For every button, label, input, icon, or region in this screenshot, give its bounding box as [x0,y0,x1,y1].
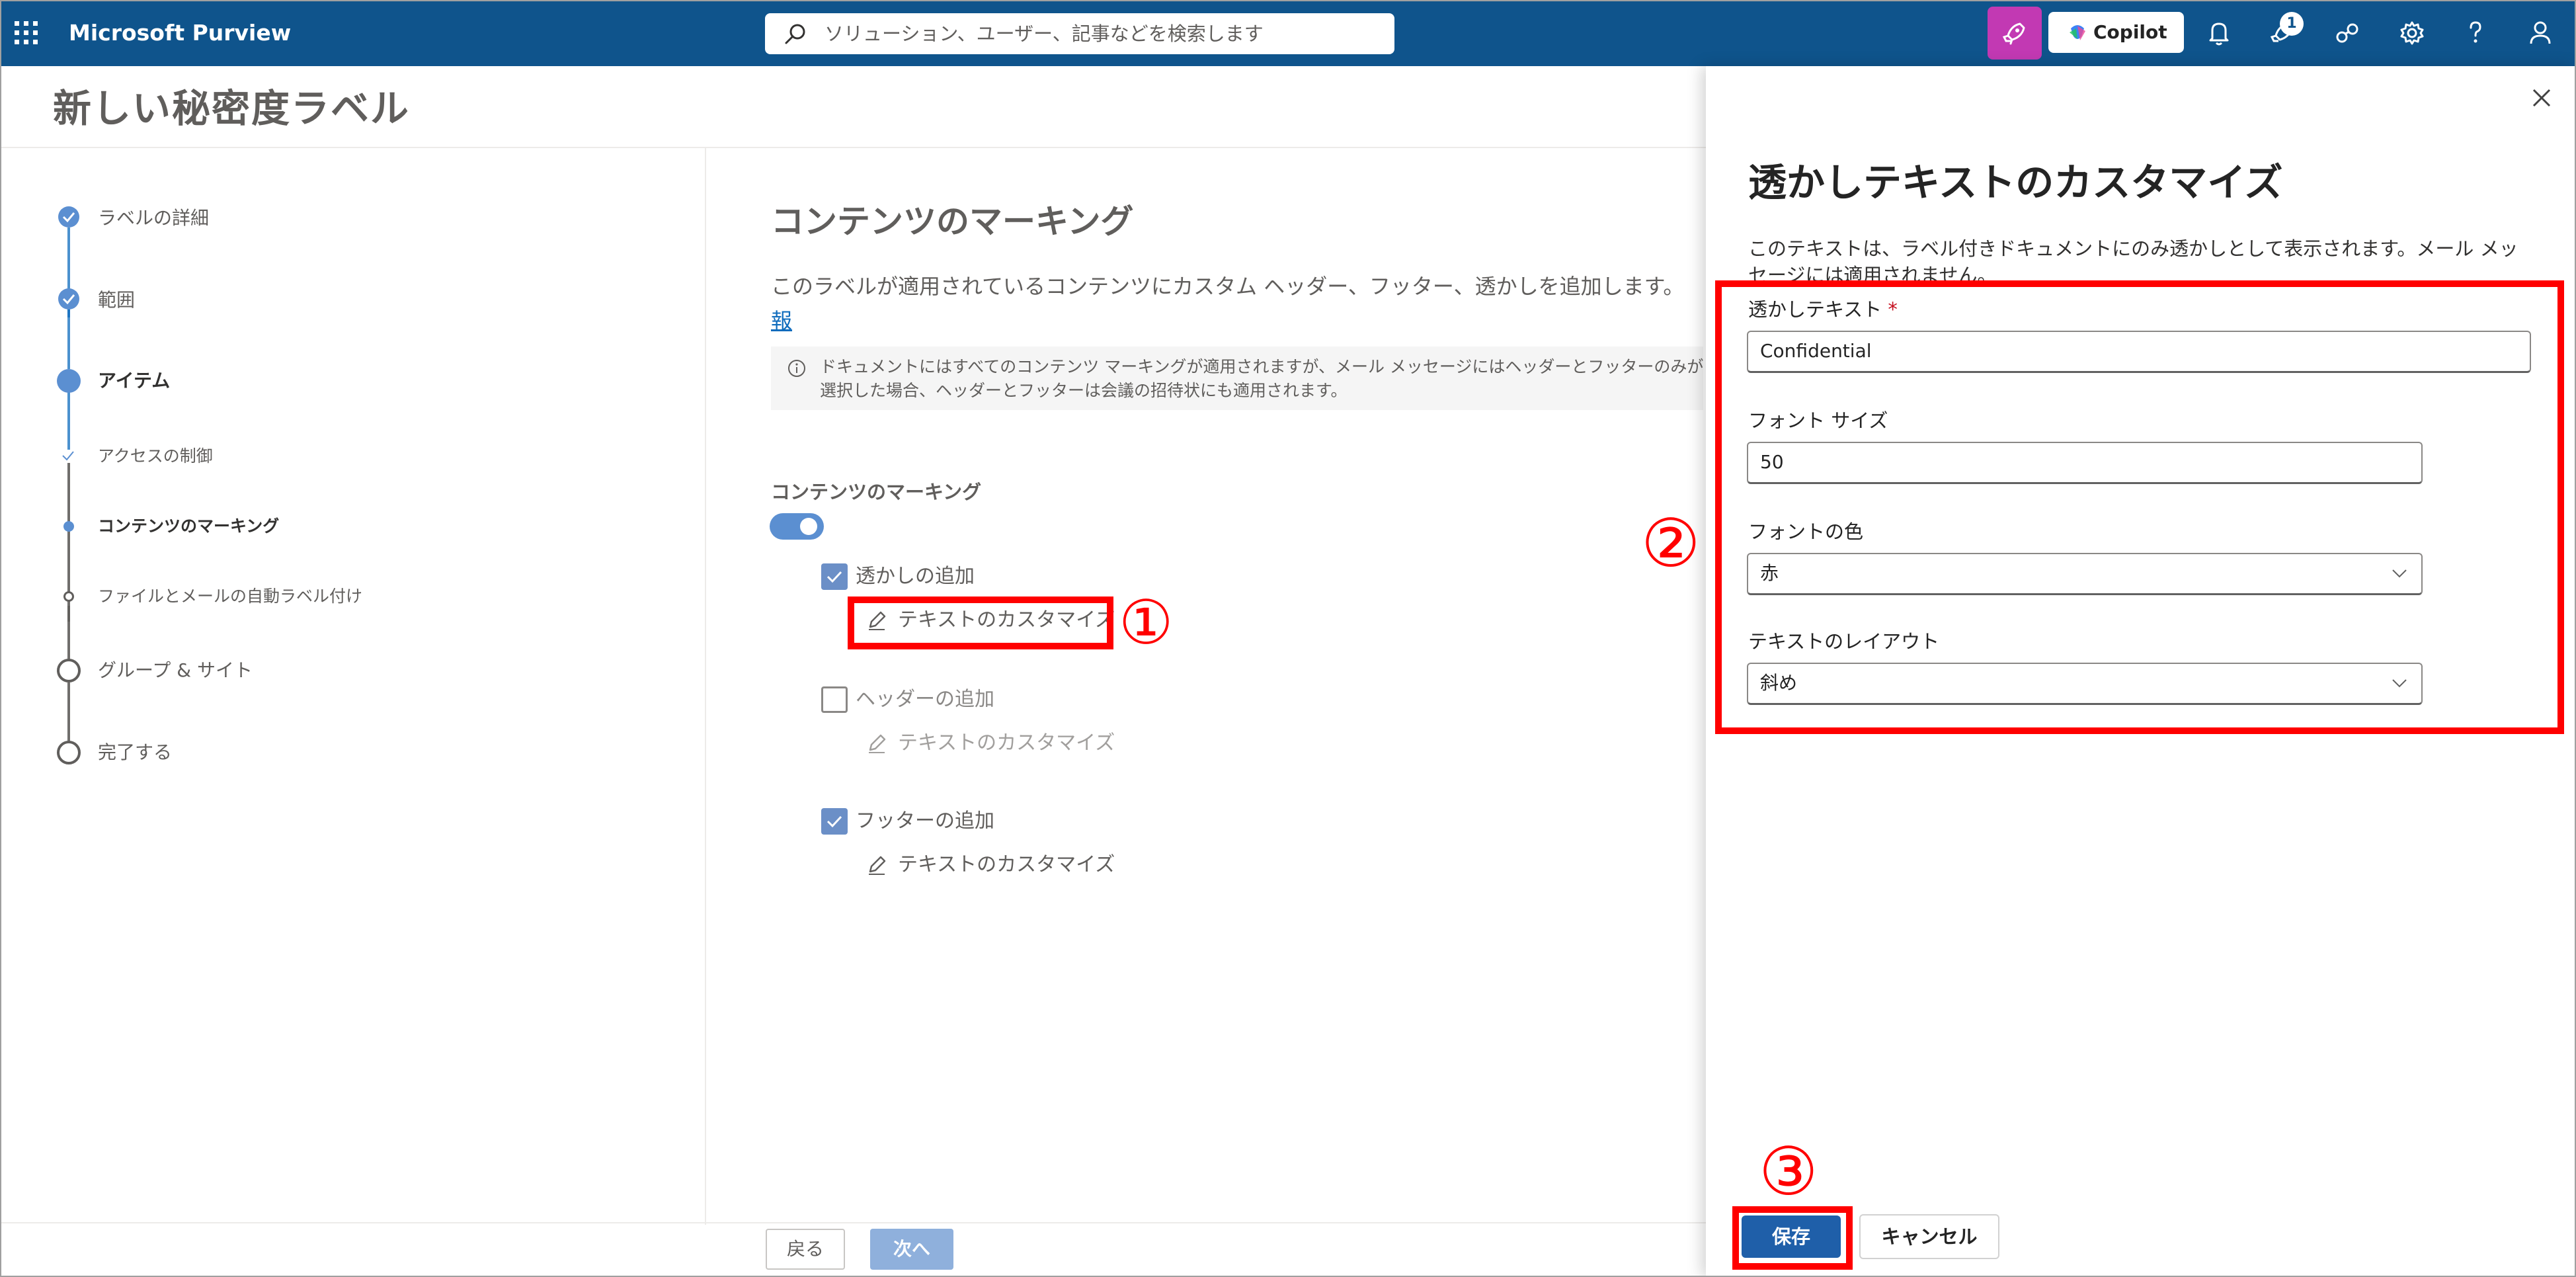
annotation-marker-2: ② [1641,505,1701,582]
substep-current-dot [63,521,74,532]
step-label-items[interactable]: アイテム [98,368,170,394]
copilot-rocket-icon [2002,22,2025,45]
annotation-marker-3: ③ [1759,1133,1818,1210]
annotation-box-2 [1715,280,2564,734]
step-label-finish[interactable]: 完了する [98,739,172,766]
step-done-icon [58,288,79,309]
step-done-icon [58,206,79,227]
panel-description: このテキストは、ラベル付きドキュメントにのみ透かしとして表示されます。メール メ… [1748,237,2518,282]
content-heading: コンテンツのマーキング [771,202,1134,241]
footer-divider [0,1222,1706,1223]
step-label-auto-labeling[interactable]: ファイルとメールの自動ラベル付け [98,583,362,610]
search-placeholder: ソリューション、ユーザー、記事などを検索します [825,22,1264,45]
wizard-steps: ラベルの詳細 範囲 アイテム アクセスの制御 コンテンツのマーキング ファイルと… [0,0,705,794]
pencil-icon [869,734,886,753]
content-description: このラベルが適用されているコンテンツにカスタム ヘッダー、フッター、透かしを追加… [771,274,1685,299]
substep-pending-dot [63,591,74,602]
annotation-box-3 [1732,1206,1853,1270]
step-connector [67,390,70,450]
copilot-icon [2070,25,2085,40]
annotation-box-1 [848,597,1113,649]
header-checkbox-label[interactable]: ヘッダーの追加 [856,686,994,713]
step-current-icon [57,369,81,393]
panel-title: 透かしテキストのカスタマイズ [1748,160,2283,205]
step-label-details[interactable]: ラベルの詳細 [98,205,209,231]
pencil-icon[interactable] [865,853,889,877]
copilot-tile[interactable] [1988,7,2042,60]
step-label-groups-sites[interactable]: グループ & サイト [98,657,253,684]
watermark-checkbox[interactable] [821,563,848,590]
share-icon[interactable] [2330,16,2364,50]
bell-icon[interactable] [2202,16,2236,50]
marking-toggle-label: コンテンツのマーキング [771,481,982,503]
footer-checkbox-label[interactable]: フッターの追加 [856,808,994,835]
next-button[interactable]: 次へ [870,1229,953,1270]
marking-toggle[interactable] [770,513,824,540]
toggle-knob [800,518,817,535]
cancel-button[interactable]: キャンセル [1859,1214,1999,1259]
info-text-line1: ドキュメントにはすべてのコンテンツ マーキングが適用されますが、メール メッセー… [820,357,1703,376]
step-label-access-control[interactable]: アクセスの制御 [98,443,213,470]
step-label-content-marking[interactable]: コンテンツのマーキング [98,513,279,540]
step-pending-icon [57,659,81,682]
step-pending-icon [57,741,81,764]
header-checkbox[interactable] [821,686,848,713]
wizard-divider [705,147,706,1225]
info-icon [788,360,805,377]
copilot-label: Copilot [2093,21,2167,43]
notification-badge: 1 [2280,12,2304,36]
back-button[interactable]: 戻る [766,1229,845,1270]
search-icon [785,24,805,44]
footer-customize-link[interactable]: テキストのカスタマイズ [898,852,1115,878]
annotation-marker-1: ① [1119,587,1174,658]
search-box[interactable]: ソリューション、ユーザー、記事などを検索します [765,13,1394,54]
copilot-button[interactable]: Copilot [2048,12,2184,53]
substep-check-icon [62,451,74,461]
learn-more-link[interactable]: 報 [771,306,792,336]
header-customize-link: テキストのカスタマイズ [898,731,1115,755]
footer-checkbox[interactable] [821,808,848,835]
watermark-checkbox-label[interactable]: 透かしの追加 [856,563,975,590]
step-label-scope[interactable]: 範囲 [98,287,135,313]
info-message-bar: ドキュメントにはすべてのコンテンツ マーキングが適用されますが、メール メッセー… [771,347,1703,410]
person-icon[interactable] [2523,16,2557,50]
close-icon[interactable] [2528,85,2555,111]
help-icon[interactable] [2458,16,2493,50]
step-connector [67,309,70,369]
gear-icon[interactable] [2395,16,2429,50]
info-text-line2: 選択した場合、ヘッダーとフッターは会議の招待状にも適用されます。 [820,381,1348,400]
